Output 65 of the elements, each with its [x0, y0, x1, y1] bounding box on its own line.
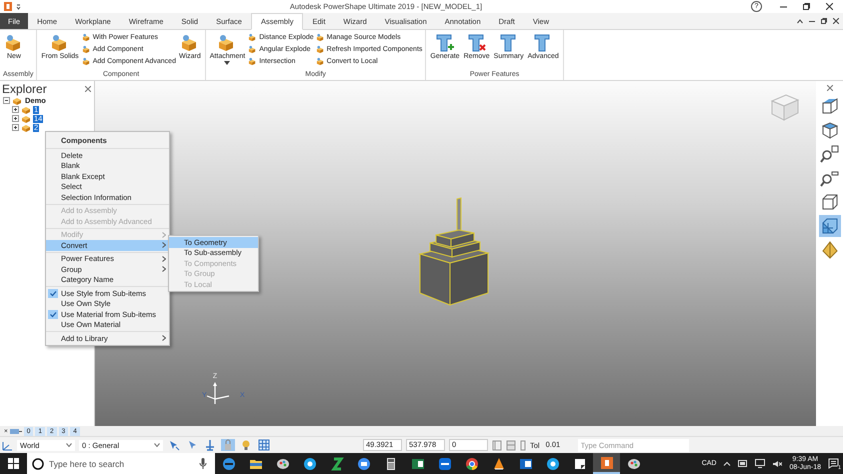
panel-title: Explorer [2, 82, 47, 96]
minimize-icon[interactable] [809, 18, 815, 24]
box-icon [820, 120, 840, 140]
muted-speaker-icon[interactable] [772, 460, 782, 468]
snap-icon [204, 439, 216, 451]
caret-icon [66, 443, 72, 447]
view-tool-button[interactable] [818, 215, 840, 237]
blocks-icon [248, 57, 258, 66]
caret-icon [154, 443, 160, 447]
app-logo-icon[interactable] [600, 456, 614, 470]
battery-icon[interactable] [738, 460, 748, 467]
circle-icon [32, 458, 44, 470]
notification-icon[interactable] [828, 458, 839, 469]
column-icon [466, 33, 487, 53]
pyramid-icon [820, 240, 840, 260]
chevron-icon[interactable] [723, 461, 732, 466]
close-icon[interactable] [826, 3, 833, 10]
quick-access-icon[interactable] [16, 3, 21, 10]
status-tool-button[interactable] [203, 439, 217, 451]
blocks-icon [82, 33, 91, 42]
lock-icon [222, 439, 234, 451]
blocks-icon [82, 57, 91, 66]
close-button[interactable] [826, 83, 832, 93]
status-tool-button[interactable] [257, 439, 271, 451]
expand-icon[interactable] [12, 106, 19, 113]
panel-icon[interactable] [520, 440, 526, 450]
restore-icon[interactable] [803, 3, 810, 10]
taskbar-search-field[interactable]: Type here to search [27, 453, 215, 474]
zoom-icon [820, 144, 840, 164]
status-tool-button[interactable] [167, 439, 181, 451]
axis-drawing [206, 382, 230, 405]
palette-icon[interactable] [276, 456, 290, 470]
expand-icon[interactable] [12, 124, 19, 131]
cursor-icon [186, 439, 198, 451]
bulb-icon [240, 439, 252, 451]
monitor-icon[interactable] [755, 459, 766, 468]
expand-icon[interactable] [12, 115, 19, 122]
spreadsheet-icon[interactable] [410, 456, 424, 470]
axes-icon [2, 440, 13, 450]
blocks-icon [316, 45, 325, 54]
restore-icon[interactable] [821, 18, 827, 24]
close-icon[interactable] [833, 18, 839, 24]
panel-icon[interactable] [492, 440, 502, 450]
microphone-icon[interactable] [199, 458, 207, 469]
column-icon [434, 33, 455, 53]
windows-icon[interactable] [8, 458, 19, 469]
layer-icon[interactable] [10, 428, 22, 434]
blocks-icon [316, 57, 325, 66]
cursor-icon [168, 439, 180, 451]
box-icon [820, 96, 840, 116]
box-icon [820, 192, 840, 212]
blocks-icon [82, 45, 91, 54]
box-icon [820, 216, 840, 236]
blocks-icon [248, 45, 258, 54]
note-icon[interactable] [572, 456, 586, 470]
panel-icon[interactable] [506, 440, 516, 450]
grid-icon [258, 439, 270, 451]
collapse-icon[interactable] [3, 97, 10, 104]
view-tool-button[interactable] [818, 143, 840, 165]
circle-icon[interactable] [464, 456, 478, 470]
collapse-icon[interactable] [797, 18, 803, 24]
palette-icon[interactable] [626, 456, 640, 470]
cone-icon[interactable] [492, 456, 506, 470]
blocks-icon [316, 33, 325, 42]
blocks-icon [248, 33, 258, 42]
